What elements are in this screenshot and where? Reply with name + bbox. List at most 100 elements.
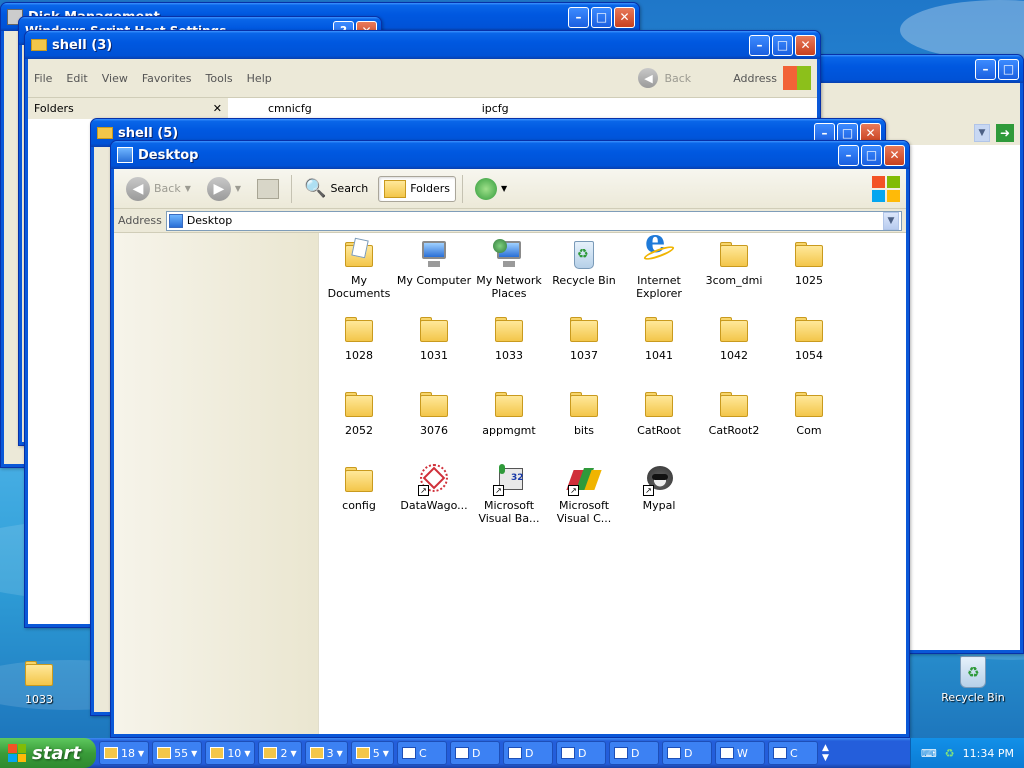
taskbar-scroll[interactable]: ▲ ▼	[822, 743, 829, 763]
back-arrow-icon[interactable]: ◀	[638, 68, 659, 88]
taskbar-window-button[interactable]: C	[396, 741, 447, 765]
minimize-button[interactable]: –	[975, 58, 996, 80]
desktop-item[interactable]: 3076	[396, 389, 472, 437]
close-button[interactable]: ✕	[795, 34, 816, 56]
task-pane	[114, 233, 319, 734]
desktop-item[interactable]: ↗ Mypal	[621, 464, 697, 512]
address-label: Address	[733, 71, 777, 85]
taskbar-window-button[interactable]: W	[714, 741, 765, 765]
desktop-icon-recycle-bin[interactable]: ♻ Recycle Bin	[938, 656, 1008, 704]
up-button[interactable]	[251, 175, 285, 203]
window-button-label: D	[471, 746, 481, 760]
desktop-item[interactable]: 1042	[696, 314, 772, 362]
views-button[interactable]: ▼	[469, 174, 513, 204]
network-icon[interactable]: ♻	[945, 747, 955, 760]
keyboard-icon[interactable]: ⌨	[921, 747, 937, 760]
menu-edit[interactable]: Edit	[66, 72, 87, 85]
menu-tools[interactable]: Tools	[206, 72, 233, 85]
desktop-icon-1033[interactable]: 1033	[4, 658, 74, 706]
desktop-item[interactable]: 2052	[321, 389, 397, 437]
system-tray: ⌨ ♻ 11:34 PM	[909, 738, 1024, 768]
address-dropdown[interactable]: ▼	[974, 124, 990, 142]
views-icon	[474, 177, 497, 200]
taskbar-window-button[interactable]: D	[449, 741, 500, 765]
minimize-button[interactable]: –	[838, 144, 859, 166]
taskbar-group-button[interactable]: 55 ▼	[152, 741, 203, 765]
back-label: Back	[154, 182, 181, 195]
taskbar-window-button[interactable]: D	[608, 741, 659, 765]
taskbar-window-button[interactable]: D	[555, 741, 606, 765]
desktop-item[interactable]: 1028	[321, 314, 397, 362]
maximize-button[interactable]: □	[998, 58, 1019, 80]
search-button[interactable]: 🔍 Search	[298, 174, 374, 203]
folder-icon	[793, 239, 825, 271]
taskbar: start 18 ▼ 55 ▼ 10 ▼ 2 ▼ 3 ▼ 5 ▼ C D D D D D W C ▲ ▼ ⌨ ♻ 11:…	[0, 738, 1024, 768]
desktop-item-label: appmgmt	[482, 424, 536, 437]
address-dropdown[interactable]: ▼	[883, 211, 899, 230]
taskbar-group-button[interactable]: 3 ▼	[304, 741, 348, 765]
desktop-item[interactable]: My Network Places	[471, 239, 547, 300]
desktop-item[interactable]: e Internet Explorer	[621, 225, 697, 300]
forward-button[interactable]: ▶ ▼	[201, 173, 247, 205]
desktop-explorer-window[interactable]: Desktop – □ ✕ ◀ Back ▼ ▶ ▼ 🔍 Search Fold…	[110, 140, 910, 738]
clock[interactable]: 11:34 PM	[963, 747, 1014, 760]
close-button[interactable]: ✕	[614, 6, 635, 28]
taskbar-group-button[interactable]: 18 ▼	[99, 741, 150, 765]
desktop-item[interactable]: appmgmt	[471, 389, 547, 437]
taskbar-window-button[interactable]: D	[502, 741, 553, 765]
desktop-item[interactable]: ↗ DataWago...	[396, 464, 472, 512]
desktop-item[interactable]: 1037	[546, 314, 622, 362]
desktop-item-label: 1025	[795, 274, 823, 287]
minimize-button[interactable]: –	[749, 34, 770, 56]
window-icon	[772, 747, 787, 759]
back-label: Back	[664, 71, 692, 85]
taskbar-window-button[interactable]: C	[767, 741, 818, 765]
taskbar-group-button[interactable]: 5 ▼	[350, 741, 394, 765]
taskbar-window-button[interactable]: D	[661, 741, 712, 765]
desktop-item[interactable]: 32 ↗ Microsoft Visual Ba...	[471, 464, 547, 525]
desktop-item[interactable]: My Computer	[396, 239, 472, 287]
menu-view[interactable]: View	[102, 72, 128, 85]
desktop-item[interactable]: 1041	[621, 314, 697, 362]
minimize-button[interactable]: –	[568, 6, 589, 28]
menu-favorites[interactable]: Favorites	[142, 72, 192, 85]
desktop-item[interactable]: 1025	[771, 239, 847, 287]
desktop-item-label: DataWago...	[400, 499, 468, 512]
forward-arrow-icon: ▶	[206, 176, 231, 201]
folders-button[interactable]: Folders	[378, 175, 456, 202]
address-input[interactable]: Desktop ▼	[165, 210, 902, 231]
maximize-button[interactable]: □	[772, 34, 793, 56]
desktop-item[interactable]: 3com_dmi	[696, 239, 772, 287]
menu-help[interactable]: Help	[247, 72, 272, 85]
desktop-item[interactable]: CatRoot	[621, 389, 697, 437]
start-button[interactable]: start	[0, 738, 96, 768]
file-item[interactable]: cmnicfg	[268, 102, 312, 115]
menu-file[interactable]: File	[34, 72, 52, 85]
close-pane-icon[interactable]: ✕	[213, 102, 222, 115]
desktop-item[interactable]: 1033	[471, 314, 547, 362]
desktop-item-label: Mypal	[642, 499, 676, 512]
go-arrow-icon[interactable]: ➜	[996, 124, 1014, 142]
file-item[interactable]: ipcfg	[482, 102, 509, 115]
maximize-button[interactable]: □	[591, 6, 612, 28]
desktop-item[interactable]: 1054	[771, 314, 847, 362]
back-button[interactable]: ◀ Back ▼	[120, 173, 197, 205]
desktop-item[interactable]: My Documents	[321, 237, 397, 300]
desktop-item[interactable]: ♻ Recycle Bin	[546, 239, 622, 287]
close-button[interactable]: ✕	[884, 144, 905, 166]
desktop-item[interactable]: Com	[771, 389, 847, 437]
taskbar-group-button[interactable]: 2 ▼	[258, 741, 302, 765]
desktop-item[interactable]: ↗ Microsoft Visual C...	[546, 464, 622, 525]
desktop-item-label: bits	[573, 424, 595, 437]
folder-icon	[568, 314, 600, 346]
desktop-item[interactable]: 1031	[396, 314, 472, 362]
desktop-item[interactable]: config	[321, 464, 397, 512]
taskbar-group-button[interactable]: 10 ▼	[205, 741, 256, 765]
maximize-button[interactable]: □	[861, 144, 882, 166]
title-bar[interactable]: Desktop – □ ✕	[111, 141, 909, 169]
folder-icon	[493, 389, 525, 421]
desktop-item[interactable]: CatRoot2	[696, 389, 772, 437]
desktop-item[interactable]: bits	[546, 389, 622, 437]
vc-icon: ↗	[566, 464, 602, 496]
title-bar[interactable]: shell (3) – □ ✕	[25, 31, 820, 59]
